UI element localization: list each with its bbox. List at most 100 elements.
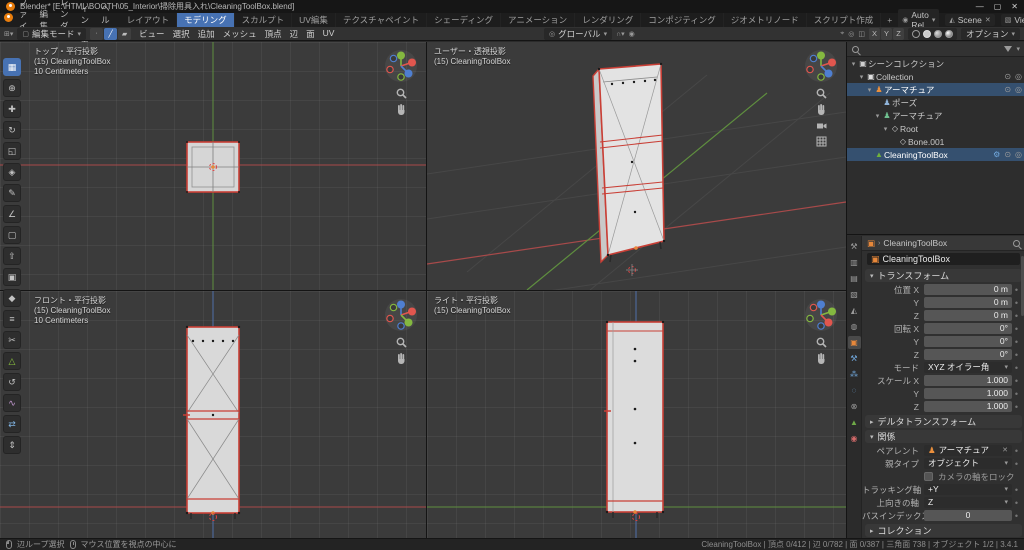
menu-file[interactable]: ファイル <box>13 0 34 43</box>
search-icon[interactable] <box>1013 239 1020 247</box>
mirror-z-button[interactable]: Z <box>892 27 904 40</box>
app-menu-icon[interactable] <box>4 13 13 22</box>
overlays-toggle-icon[interactable]: ◎ <box>848 30 854 38</box>
tool-measure[interactable]: ∠ <box>3 205 21 223</box>
pan-hand-icon[interactable] <box>816 353 827 364</box>
constraints-tab-icon[interactable]: ⊗ <box>848 400 861 413</box>
scene-tab-icon[interactable]: ◭ <box>848 304 861 317</box>
menu-render[interactable]: レンダー <box>54 0 75 43</box>
pass-index-field[interactable]: 0 <box>924 510 1012 521</box>
viewport-front[interactable]: フロント・平行投影 (15) CleaningToolBox 10 Centim… <box>0 291 426 538</box>
tool-edge-slide[interactable]: ⇄ <box>3 415 21 433</box>
tool-move[interactable]: ✚ <box>3 100 21 118</box>
rotation-x-field[interactable]: 0° <box>924 323 1012 334</box>
tab-scripting[interactable]: スクリプト作成 <box>807 13 882 27</box>
tab-compositing[interactable]: コンポジティング <box>641 13 724 27</box>
viewport-user[interactable]: ユーザー・透視投影 (15) CleaningToolBox <box>427 42 846 290</box>
expand-icon[interactable]: ▾ <box>849 60 858 68</box>
tool-knife[interactable]: ✂ <box>3 331 21 349</box>
expand-icon[interactable]: ▾ <box>873 112 882 120</box>
zoom-icon[interactable] <box>396 337 407 348</box>
gizmo-toggle-icon[interactable]: ⌖ <box>840 30 844 38</box>
menu-select[interactable]: 選択 <box>169 28 194 40</box>
zoom-icon[interactable] <box>396 88 407 99</box>
wireframe-shading-icon[interactable] <box>911 29 920 38</box>
tool-spin[interactable]: ↺ <box>3 373 21 391</box>
tab-animation[interactable]: アニメーション <box>501 13 576 27</box>
viewlayer-selector[interactable]: ▧ ViewLayer ✕ <box>1000 14 1024 26</box>
camera-visibility-icon[interactable]: ◎ <box>1015 85 1022 94</box>
expand-icon[interactable]: ▾ <box>857 73 866 81</box>
options-dropdown[interactable]: オプション ▾ <box>960 27 1021 40</box>
up-axis-dropdown[interactable]: Z <box>924 497 1012 508</box>
scale-x-field[interactable]: 1.000 <box>924 375 1012 386</box>
scale-z-field[interactable]: 1.000 <box>924 401 1012 412</box>
pan-hand-icon[interactable] <box>396 353 407 364</box>
menu-edit[interactable]: 編集 <box>34 9 55 31</box>
outliner-row-cleaningtoolbox[interactable]: ▲ CleaningToolBox ⚙ ⊙ ◎ <box>847 148 1024 161</box>
output-tab-icon[interactable]: ▤ <box>848 272 861 285</box>
outliner-row-pose[interactable]: ♟ ポーズ <box>847 96 1024 109</box>
hide-eye-icon[interactable]: ⊙ <box>1004 150 1011 159</box>
axis-gizmo[interactable] <box>384 298 418 332</box>
tool-loop-cut[interactable]: ≡ <box>3 310 21 328</box>
physics-tab-icon[interactable]: ◌ <box>848 384 861 397</box>
menu-view[interactable]: ビュー <box>135 28 169 40</box>
proportional-edit-icon[interactable]: ◉ <box>629 30 635 38</box>
tool-select-box[interactable]: ▦ <box>3 58 21 76</box>
scene-selector[interactable]: ◭ Scene ✕ <box>945 14 995 26</box>
parent-field[interactable]: ♟ アーマチュア ✕ <box>924 445 1012 456</box>
mode-dropdown[interactable]: ▢ 編集モード ▾ <box>17 27 87 40</box>
decorate-icon[interactable] <box>1012 363 1021 373</box>
object-name-field[interactable]: ▣ CleaningToolBox <box>867 253 1020 265</box>
axis-gizmo[interactable] <box>384 49 418 83</box>
tab-geometry-nodes[interactable]: ジオメトリノード <box>724 13 807 27</box>
menu-face[interactable]: 面 <box>302 28 319 40</box>
tool-bevel[interactable]: ◆ <box>3 289 21 307</box>
rotation-mode-dropdown[interactable]: XYZ オイラー角 <box>924 362 1012 373</box>
outliner-row-armature-data[interactable]: ▾ ♟ アーマチュア <box>847 109 1024 122</box>
menu-vertex[interactable]: 頂点 <box>261 28 286 40</box>
menu-uv[interactable]: UV <box>319 28 339 40</box>
world-tab-icon[interactable]: ◍ <box>848 320 861 333</box>
tab-sculpting[interactable]: スカルプト <box>235 13 293 27</box>
decorate-icon[interactable] <box>1012 324 1021 334</box>
tab-rendering[interactable]: レンダリング <box>575 13 642 27</box>
chevron-down-icon[interactable]: ▾ <box>1016 45 1020 53</box>
parent-type-dropdown[interactable]: オブジェクト <box>924 458 1012 469</box>
zoom-icon[interactable] <box>816 88 827 99</box>
decorate-icon[interactable] <box>1012 311 1021 321</box>
particles-tab-icon[interactable]: ⁂ <box>848 368 861 381</box>
tool-rotate[interactable]: ↻ <box>3 121 21 139</box>
rendered-shading-icon[interactable] <box>944 29 953 38</box>
rotation-z-field[interactable]: 0° <box>924 349 1012 360</box>
transform-section-header[interactable]: ▾ トランスフォーム <box>865 269 1022 282</box>
object-data-tab-icon[interactable]: ▲ <box>848 416 861 429</box>
editor-type-icon[interactable]: ⊞▾ <box>4 30 13 38</box>
clear-parent-icon[interactable]: ✕ <box>1002 445 1008 456</box>
outliner-row-armature-object[interactable]: ▾ ♟ アーマチュア ⊙ ◎ <box>847 83 1024 96</box>
object-tab-icon[interactable]: ▣ <box>847 336 861 349</box>
tab-modeling[interactable]: モデリング <box>177 13 235 27</box>
orientation-dropdown[interactable]: ◎ グローバル ▾ <box>544 27 613 40</box>
camera-view-icon[interactable] <box>816 120 827 131</box>
vertex-select-button[interactable]: ∙ <box>90 27 104 40</box>
xray-toggle-icon[interactable]: ◫ <box>858 30 865 38</box>
tracking-axis-dropdown[interactable]: +Y <box>924 484 1012 495</box>
pan-hand-icon[interactable] <box>816 104 827 115</box>
decorate-icon[interactable] <box>1012 389 1021 399</box>
tool-annotate[interactable]: ✎ <box>3 184 21 202</box>
tool-cursor[interactable]: ⊕ <box>3 79 21 97</box>
tool-tab-icon[interactable]: ⚒ <box>848 240 861 253</box>
tool-poly-build[interactable]: △ <box>3 352 21 370</box>
modifiers-tab-icon[interactable]: ⚒ <box>848 352 861 365</box>
close-button[interactable]: ✕ <box>1011 2 1018 11</box>
decorate-icon[interactable] <box>1012 376 1021 386</box>
tool-extrude[interactable]: ⇧ <box>3 247 21 265</box>
tool-add-cube[interactable]: ▢ <box>3 226 21 244</box>
grid-toggle-icon[interactable] <box>816 136 827 147</box>
filter-icon[interactable] <box>1004 46 1013 52</box>
decorate-icon[interactable] <box>1012 511 1021 521</box>
menu-add[interactable]: 追加 <box>194 28 219 40</box>
snap-magnet-icon[interactable]: ∩▾ <box>616 30 625 38</box>
